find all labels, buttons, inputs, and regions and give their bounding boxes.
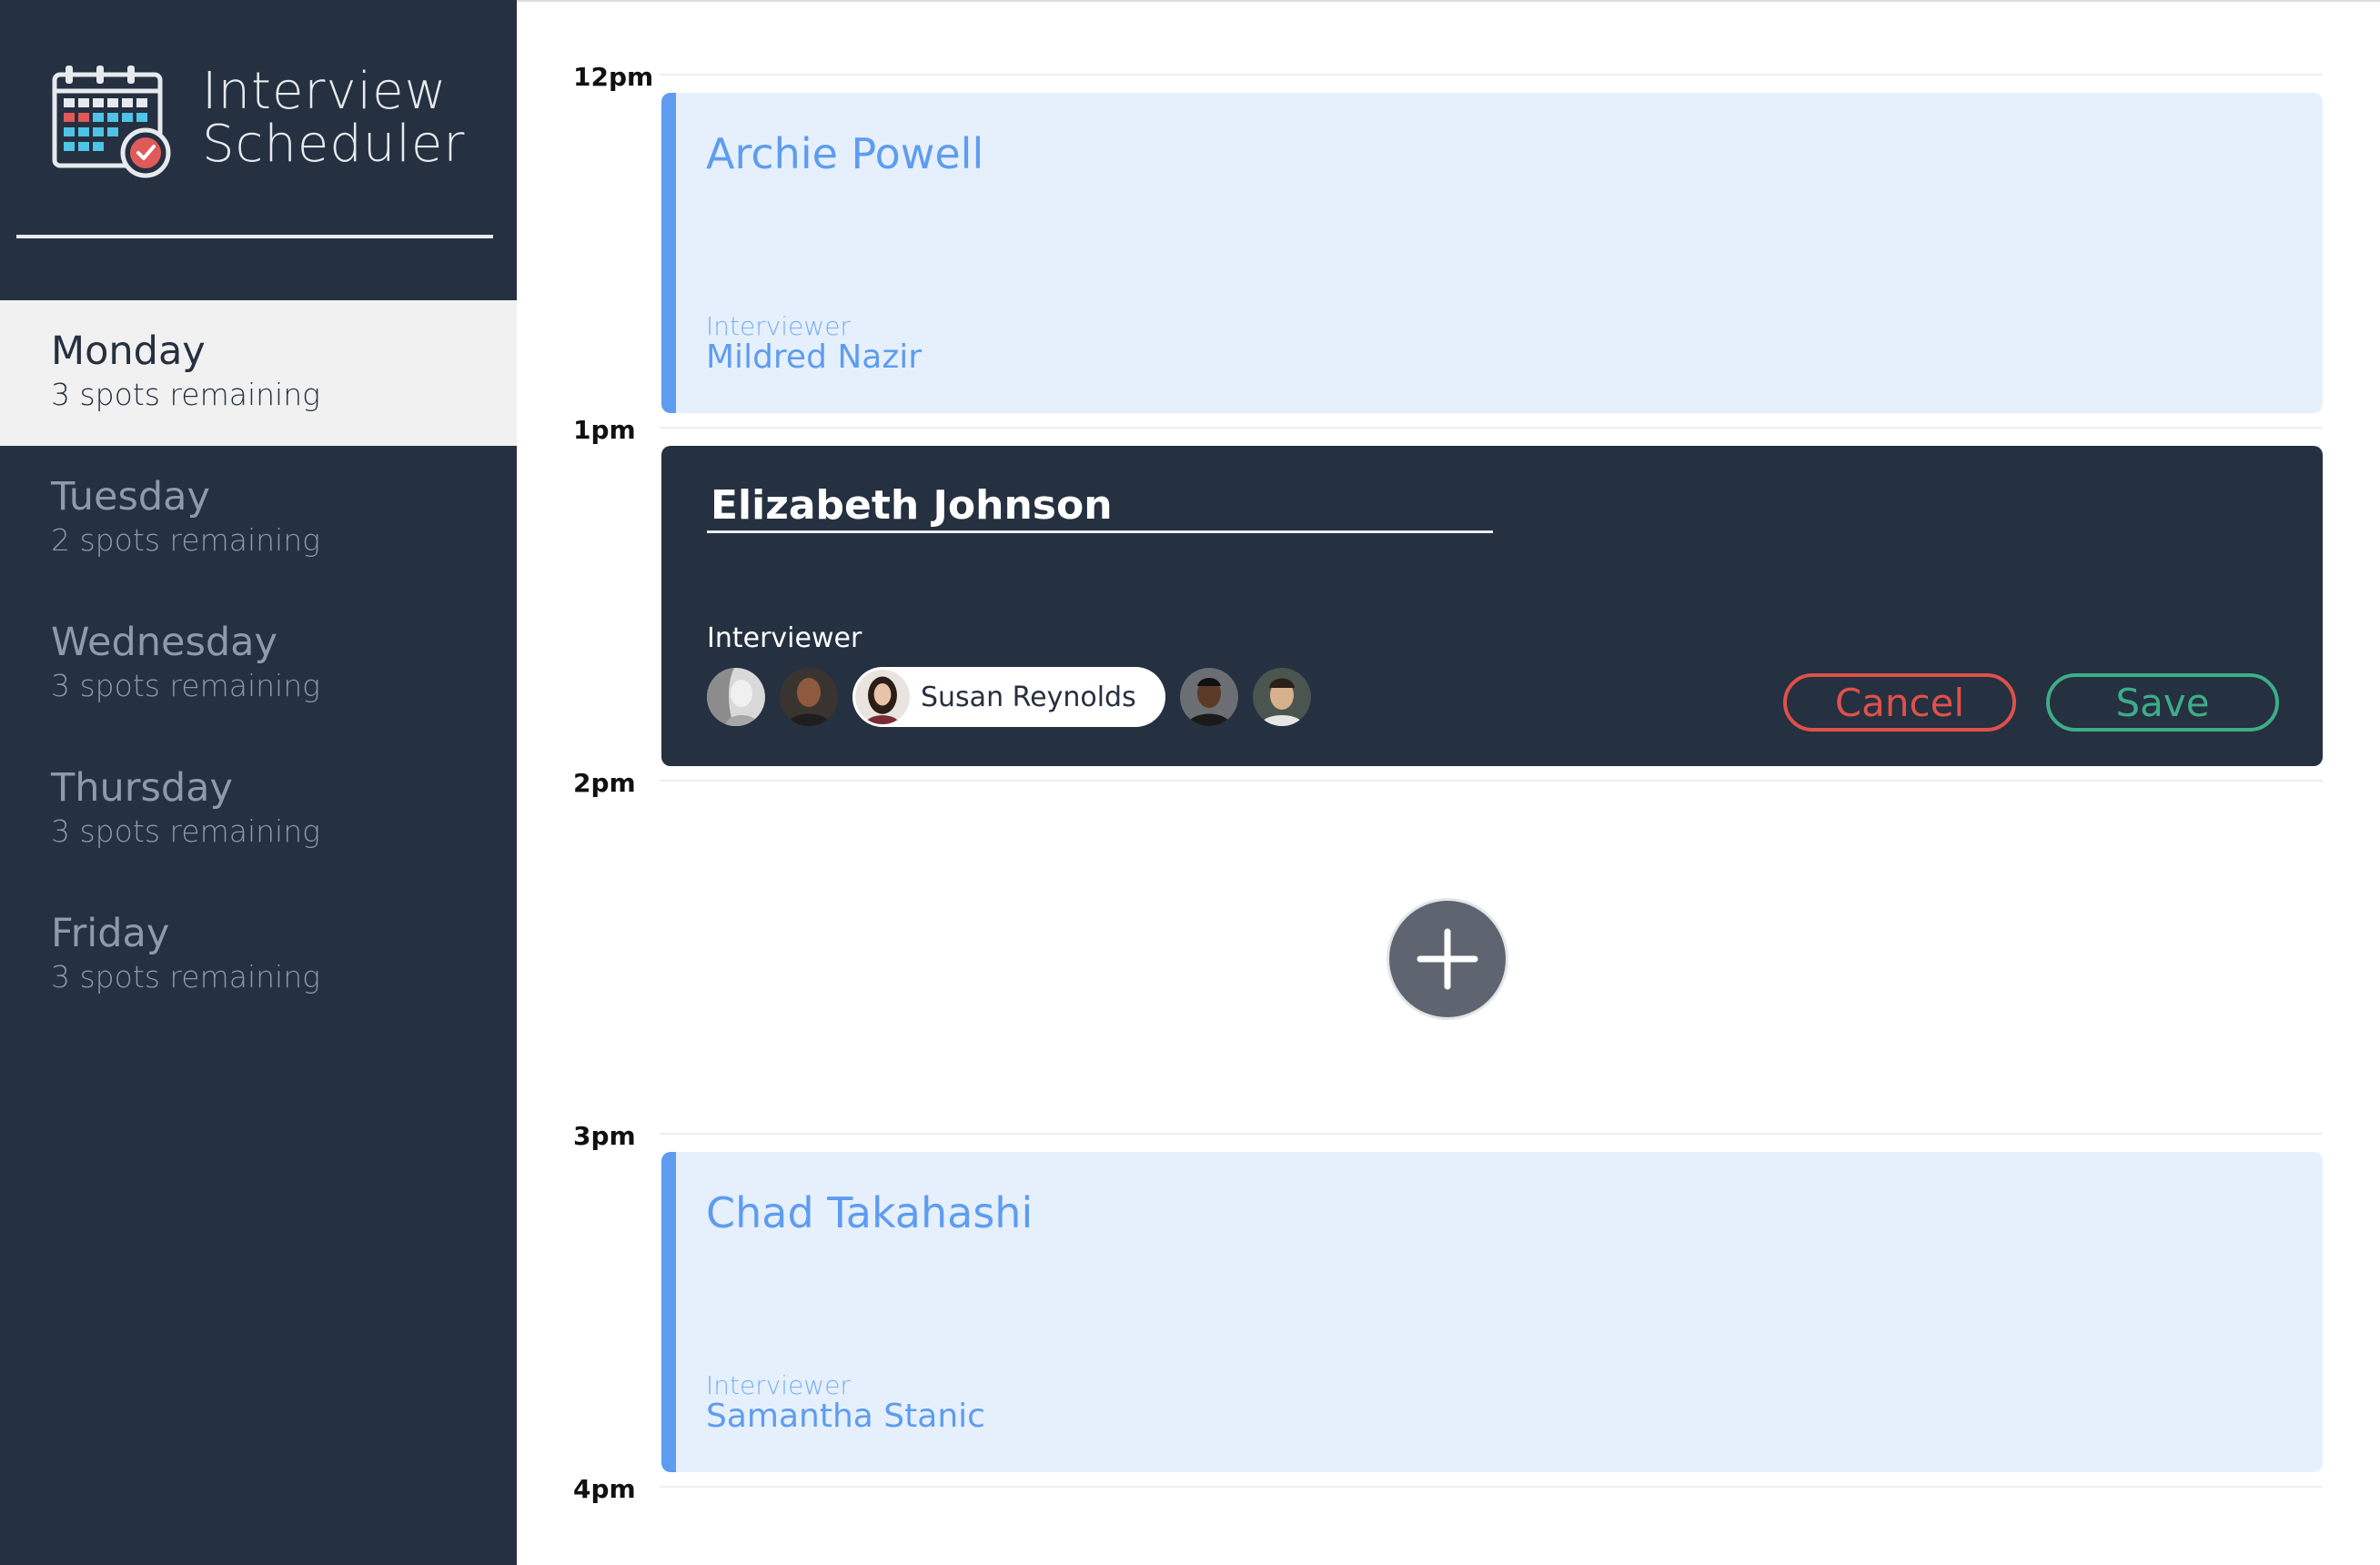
interviewer-selected-pill[interactable]: Susan Reynolds [852, 667, 1165, 727]
day-name: Tuesday [51, 474, 210, 520]
day-name: Thursday [51, 765, 233, 811]
time-label-1pm: 1pm [573, 415, 636, 445]
day-spots: 2 spots remaining [51, 522, 320, 558]
selected-interviewer-name: Susan Reynolds [921, 681, 1136, 713]
time-label-3pm: 3pm [573, 1121, 636, 1151]
save-button[interactable]: Save [2046, 673, 2279, 732]
day-name: Monday [51, 328, 206, 374]
time-label-12pm: 12pm [573, 62, 654, 92]
appointment-interviewer-label: Interviewer [706, 311, 851, 341]
editor-interviewer-label: Interviewer [707, 622, 862, 654]
appointment-editor: Interviewer Susan Reynolds Cancel Sav [661, 446, 2323, 766]
day-item-friday[interactable]: Friday 3 spots remaining [0, 883, 517, 1028]
sidebar: Interview Scheduler Monday 3 spots remai… [0, 0, 517, 1565]
day-spots: 3 spots remaining [51, 668, 320, 703]
calendar-check-icon [51, 66, 173, 178]
hour-divider [660, 74, 2323, 76]
appointment-card[interactable]: Chad Takahashi Interviewer Samantha Stan… [661, 1152, 2323, 1472]
interviewer-avatar[interactable] [1179, 668, 1238, 726]
day-spots: 3 spots remaining [51, 813, 320, 849]
appointment-interviewer-name: Samantha Stanic [706, 1398, 985, 1435]
cancel-button[interactable]: Cancel [1783, 673, 2016, 732]
top-border [517, 0, 2380, 2]
interviewer-avatar[interactable] [780, 668, 838, 726]
app-title-line1: Interview [202, 62, 448, 121]
interviewer-avatar[interactable] [1252, 668, 1311, 726]
app-title-line2: Scheduler [202, 115, 466, 174]
add-appointment-button[interactable] [1389, 901, 1506, 1017]
sidebar-divider [16, 235, 493, 238]
interviewer-avatar[interactable] [707, 668, 765, 726]
day-name: Wednesday [51, 620, 277, 665]
interviewer-list: Susan Reynolds [707, 667, 1326, 727]
hour-divider [660, 1486, 2323, 1488]
interviewer-avatar-susan-reynolds [855, 670, 910, 724]
hour-divider [660, 1133, 2323, 1135]
appointment-interviewer-label: Interviewer [706, 1370, 851, 1400]
day-item-thursday[interactable]: Thursday 3 spots remaining [0, 737, 517, 883]
student-name-input[interactable] [707, 480, 1493, 533]
day-item-monday[interactable]: Monday 3 spots remaining [0, 300, 517, 446]
plus-icon [1417, 928, 1478, 990]
day-item-tuesday[interactable]: Tuesday 2 spots remaining [0, 446, 517, 591]
hour-divider [660, 427, 2323, 429]
time-label-4pm: 4pm [573, 1474, 636, 1504]
hour-divider [660, 780, 2323, 782]
time-label-2pm: 2pm [573, 768, 636, 798]
day-spots: 3 spots remaining [51, 959, 320, 995]
appointment-card[interactable]: Archie Powell Interviewer Mildred Nazir [661, 93, 2323, 413]
day-spots: 3 spots remaining [51, 377, 320, 412]
day-name: Friday [51, 911, 170, 956]
day-item-wednesday[interactable]: Wednesday 3 spots remaining [0, 591, 517, 737]
appointment-student-name: Chad Takahashi [706, 1188, 1034, 1237]
appointment-interviewer-name: Mildred Nazir [706, 338, 923, 376]
app-title: Interview Scheduler [202, 66, 465, 171]
appointment-student-name: Archie Powell [706, 129, 984, 178]
